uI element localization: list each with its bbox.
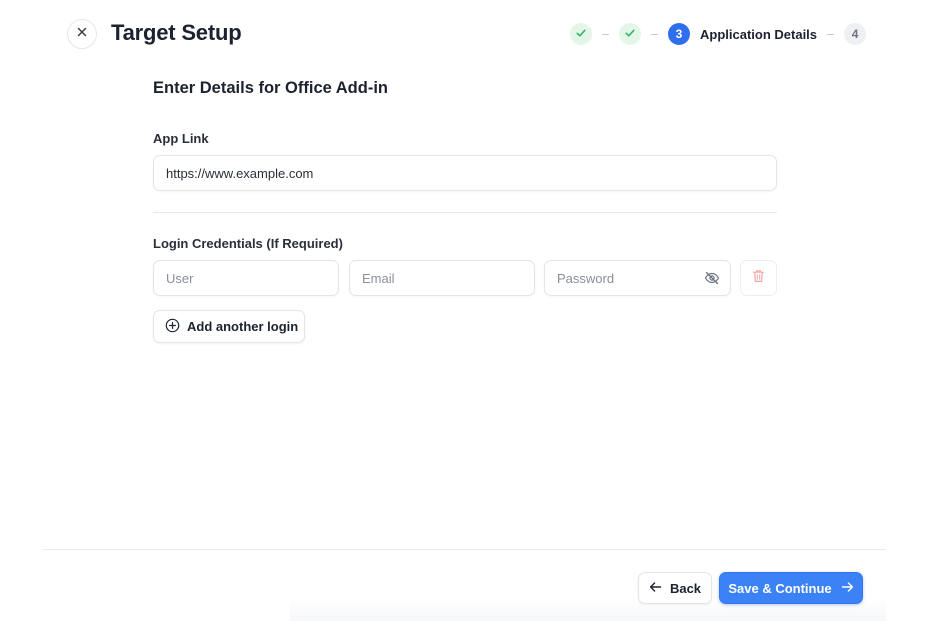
page-title: Target Setup [111, 20, 242, 45]
credentials-label: Login Credentials (If Required) [153, 236, 343, 251]
back-button[interactable]: Back [638, 572, 712, 604]
save-continue-label: Save & Continue [728, 580, 832, 596]
app-link-input[interactable] [153, 155, 777, 191]
arrow-right-icon [841, 581, 854, 596]
footer-divider [43, 549, 886, 550]
add-login-label: Add another login [187, 319, 299, 334]
section-heading: Enter Details for Office Add-in [153, 79, 388, 97]
plus-circle-icon [165, 318, 180, 336]
back-label: Back [669, 580, 702, 596]
eye-off-icon[interactable] [703, 269, 721, 287]
arrow-left-icon [649, 581, 662, 596]
close-button[interactable] [67, 19, 97, 49]
step-3-current: 3 [668, 23, 690, 45]
step-separator [827, 33, 835, 35]
password-field [544, 260, 731, 296]
step-3-label: Application Details [700, 26, 818, 42]
step-separator [651, 33, 658, 35]
save-continue-button[interactable]: Save & Continue [719, 572, 863, 604]
trash-icon [752, 269, 765, 288]
user-input[interactable] [153, 260, 339, 296]
app-link-label: App Link [153, 131, 209, 146]
email-input[interactable] [349, 260, 535, 296]
close-icon [76, 25, 88, 43]
check-icon [575, 27, 587, 42]
step-4-pending: 4 [844, 23, 867, 45]
step-1-complete [570, 23, 592, 45]
stepper: 3 Application Details 4 [570, 23, 867, 45]
target-setup-page: Target Setup 3 Application Details 4 Ent… [0, 0, 945, 640]
step-2-complete [619, 23, 641, 45]
step-separator [602, 33, 609, 35]
check-icon [624, 27, 636, 42]
section-divider [153, 212, 777, 213]
delete-login-button[interactable] [740, 260, 777, 296]
add-another-login-button[interactable]: Add another login [153, 310, 305, 343]
